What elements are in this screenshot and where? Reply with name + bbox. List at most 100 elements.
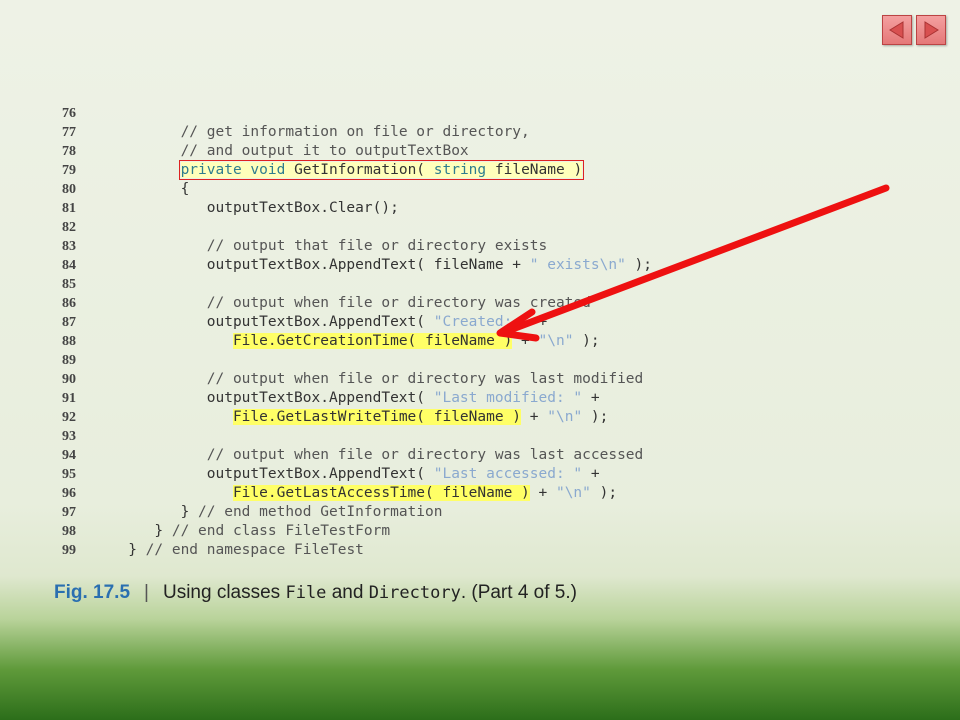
line-number: 96 — [62, 486, 76, 501]
line-number: 84 — [62, 258, 76, 273]
code-line: 95 outputTextBox.AppendText( "Last acces… — [62, 465, 652, 484]
code-token: outputTextBox.AppendText( fileName + — [102, 257, 530, 273]
line-text: // get information on file or directory, — [102, 123, 530, 142]
line-number: 91 — [62, 391, 76, 406]
code-line: 87 outputTextBox.AppendText( "Created: "… — [62, 313, 652, 332]
line-number: 88 — [62, 334, 76, 349]
line-text: outputTextBox.AppendText( "Last accessed… — [102, 465, 600, 484]
triangle-right-icon — [924, 21, 939, 39]
line-number: 99 — [62, 543, 76, 558]
code-line: 78 // and output it to outputTextBox — [62, 142, 652, 161]
code-token: outputTextBox.Clear(); — [102, 200, 399, 216]
code-token: "\n" — [555, 485, 591, 501]
line-number: 98 — [62, 524, 76, 539]
code-token: + — [529, 314, 548, 330]
line-text: File.GetLastWriteTime( fileName ) + "\n"… — [102, 408, 608, 427]
code-line: 79 private void GetInformation( string f… — [62, 160, 652, 180]
line-number: 85 — [62, 277, 76, 292]
code-token: outputTextBox.AppendText( — [102, 314, 434, 330]
code-line: 83 // output that file or directory exis… — [62, 237, 652, 256]
code-line: 82 — [62, 218, 652, 237]
highlighted-code: File.GetLastAccessTime( fileName ) — [232, 485, 530, 501]
code-token: // output that file or directory exists — [206, 238, 548, 254]
line-number: 78 — [62, 144, 76, 159]
code-line: 92 File.GetLastWriteTime( fileName ) + "… — [62, 408, 652, 427]
line-text: } // end method GetInformation — [102, 503, 443, 522]
code-line: 77 // get information on file or directo… — [62, 123, 652, 142]
code-token: // get information on file or directory, — [180, 124, 530, 140]
line-text: outputTextBox.AppendText( "Created: " + — [102, 313, 547, 332]
code-token: + — [582, 390, 600, 406]
code-token: // end namespace FileTest — [145, 542, 364, 558]
caption-separator: | — [144, 582, 149, 603]
code-line: 84 outputTextBox.AppendText( fileName + … — [62, 256, 652, 275]
line-number: 86 — [62, 296, 76, 311]
code-token: // output when file or directory was las… — [206, 447, 644, 463]
code-token: "Last accessed: " — [433, 466, 583, 482]
code-line: 94 // output when file or directory was … — [62, 446, 652, 465]
code-line: 99 } // end namespace FileTest — [62, 541, 652, 560]
next-slide-button[interactable] — [916, 15, 946, 45]
code-token: ); — [573, 333, 600, 349]
code-token: { — [102, 181, 190, 197]
line-text: // output that file or directory exists — [102, 237, 547, 256]
line-number: 97 — [62, 505, 76, 520]
line-text: { — [102, 180, 190, 199]
code-line: 89 — [62, 351, 652, 370]
code-line: 97 } // end method GetInformation — [62, 503, 652, 522]
caption-class-directory: Directory — [368, 583, 461, 603]
code-line: 98 } // end class FileTestForm — [62, 522, 652, 541]
boxed-method-signature: private void GetInformation( string file… — [178, 160, 585, 180]
line-text: // output when file or directory was las… — [102, 370, 644, 389]
line-text: // and output it to outputTextBox — [102, 142, 469, 161]
code-token: "\n" — [547, 409, 583, 425]
code-token: fileName ) — [486, 162, 583, 178]
code-line: 90 // output when file or directory was … — [62, 370, 652, 389]
previous-slide-button[interactable] — [882, 15, 912, 45]
code-token: } — [102, 523, 172, 539]
line-number: 92 — [62, 410, 76, 425]
code-token: ); — [590, 485, 618, 501]
line-text: } // end namespace FileTest — [102, 541, 364, 560]
code-token: + — [582, 466, 600, 482]
line-number: 90 — [62, 372, 76, 387]
code-token: outputTextBox.AppendText( — [102, 466, 434, 482]
code-line: 86 // output when file or directory was … — [62, 294, 652, 313]
line-number: 95 — [62, 467, 76, 482]
code-token: // end method GetInformation — [198, 504, 443, 520]
code-token: } — [102, 504, 199, 520]
line-number: 82 — [62, 220, 76, 235]
code-token: string — [433, 162, 487, 178]
code-token: ); — [625, 257, 652, 273]
code-token: + — [512, 333, 539, 349]
line-number: 81 — [62, 201, 76, 216]
line-text: outputTextBox.AppendText( "Last modified… — [102, 389, 600, 408]
code-token: ); — [582, 409, 609, 425]
code-line: 88 File.GetCreationTime( fileName ) + "\… — [62, 332, 652, 351]
code-token: // output when file or directory was cre… — [206, 295, 591, 311]
line-number: 89 — [62, 353, 76, 368]
code-line: 93 — [62, 427, 652, 446]
code-token: // end class FileTestForm — [171, 523, 391, 539]
code-line: 81 outputTextBox.Clear(); — [62, 199, 652, 218]
line-text: // output when file or directory was cre… — [102, 294, 591, 313]
code-line: 85 — [62, 275, 652, 294]
line-text: outputTextBox.AppendText( fileName + " e… — [102, 256, 652, 275]
line-number: 77 — [62, 125, 76, 140]
slide-navigation — [882, 15, 946, 45]
line-text: // output when file or directory was las… — [102, 446, 644, 465]
code-token: outputTextBox.AppendText( — [102, 390, 434, 406]
code-line: 96 File.GetLastAccessTime( fileName ) + … — [62, 484, 652, 503]
code-line: 80 { — [62, 180, 652, 199]
caption-text-end: . (Part 4 of 5.) — [460, 582, 577, 603]
code-token: // output when file or directory was las… — [206, 371, 644, 387]
code-line: 76 — [62, 104, 652, 123]
line-number: 76 — [62, 106, 76, 121]
figure-caption: Fig. 17.5 | Using classes File and Directo… — [54, 582, 577, 604]
